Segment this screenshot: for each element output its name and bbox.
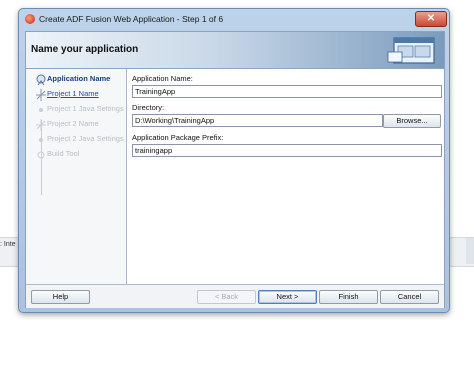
oracle-app-icon bbox=[25, 14, 35, 24]
back-button[interactable]: < Back bbox=[197, 290, 256, 304]
wizard-window-icon bbox=[387, 37, 435, 64]
step-build-tool: Build Tool bbox=[26, 147, 126, 161]
page-title: Name your application bbox=[31, 44, 139, 55]
wizard-header: Name your application bbox=[26, 32, 444, 69]
step-project-1-java-settings: Project 1 Java Settings bbox=[26, 102, 126, 116]
step-end-icon bbox=[37, 151, 45, 159]
step-node-icon bbox=[36, 119, 46, 131]
finish-button[interactable]: Finish bbox=[319, 290, 378, 304]
directory-label: Directory: bbox=[132, 103, 165, 112]
app-name-input[interactable]: TrainingApp bbox=[132, 85, 442, 98]
step-node-icon bbox=[39, 108, 43, 112]
step-application-name[interactable]: Application Name bbox=[26, 72, 126, 86]
step-label: Application Name bbox=[47, 74, 111, 83]
step-project-2-java-settings: Project 2 Java Settings bbox=[26, 132, 126, 146]
step-label: Project 2 Java Settings bbox=[47, 134, 124, 143]
wizard-footer: Help < Back Next > Finish Cancel bbox=[26, 284, 444, 308]
package-prefix-input[interactable]: trainingapp bbox=[132, 144, 442, 157]
step-node-icon bbox=[39, 138, 43, 142]
close-button[interactable]: ✕ bbox=[415, 11, 447, 27]
background-window-edge bbox=[466, 238, 474, 264]
browse-button[interactable]: Browse... bbox=[383, 114, 441, 128]
wizard-content: Application Name: TrainingApp Directory:… bbox=[127, 69, 444, 284]
next-button[interactable]: Next > bbox=[258, 290, 317, 304]
current-step-icon bbox=[36, 74, 46, 86]
dialog-client-area: Name your application Application Name P… bbox=[25, 31, 445, 308]
step-label: Project 2 Name bbox=[47, 119, 99, 128]
wizard-steps-panel: Application Name Project 1 Name Project … bbox=[26, 69, 127, 284]
step-label: Project 1 Java Settings bbox=[47, 104, 124, 113]
step-project-1-name[interactable]: Project 1 Name bbox=[26, 87, 126, 101]
package-prefix-label: Application Package Prefix: bbox=[132, 133, 224, 142]
help-button[interactable]: Help bbox=[31, 290, 90, 304]
step-label: Build Tool bbox=[47, 149, 80, 158]
close-icon: ✕ bbox=[426, 13, 436, 24]
directory-input[interactable]: D:\Working\TrainingApp bbox=[132, 114, 383, 127]
step-node-icon bbox=[36, 89, 46, 101]
wizard-dialog: Create ADF Fusion Web Application - Step… bbox=[18, 8, 450, 313]
app-name-label: Application Name: bbox=[132, 74, 193, 83]
step-label: Project 1 Name bbox=[47, 89, 99, 98]
background-window-text: : Inte bbox=[0, 241, 16, 248]
dialog-title: Create ADF Fusion Web Application - Step… bbox=[39, 14, 224, 24]
dialog-titlebar[interactable]: Create ADF Fusion Web Application - Step… bbox=[19, 9, 449, 29]
step-project-2-name: Project 2 Name bbox=[26, 117, 126, 131]
cancel-button[interactable]: Cancel bbox=[380, 290, 439, 304]
